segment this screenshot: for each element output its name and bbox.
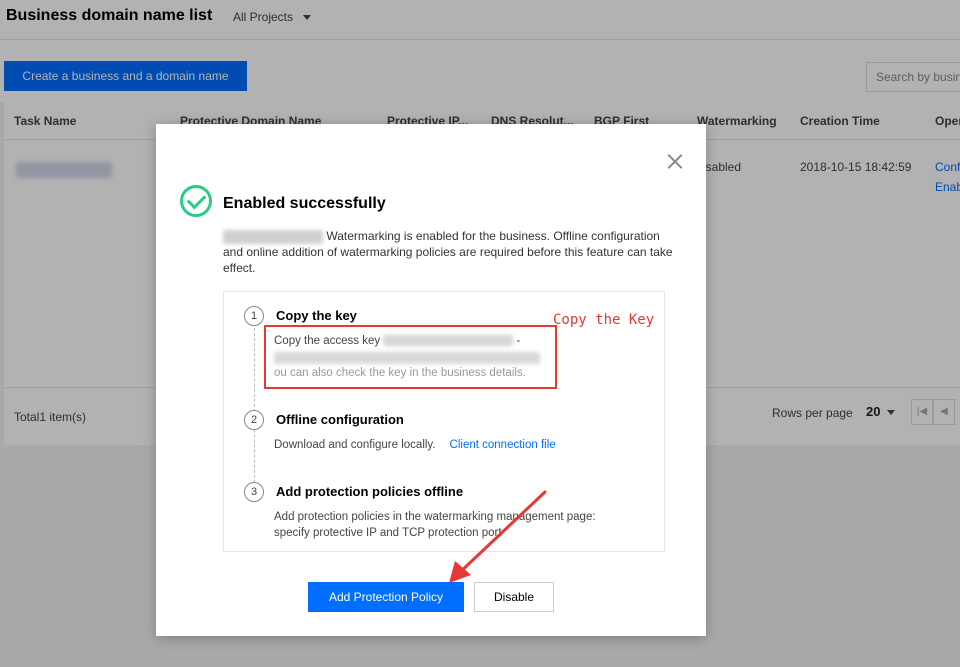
desc-line-1: Watermarking is enabled for the business… (326, 229, 660, 243)
redacted-business-name (223, 229, 323, 244)
step-number: 3 (244, 482, 264, 502)
add-protection-policy-button[interactable]: Add Protection Policy (308, 582, 464, 612)
copy-key-annotation: Copy the Key (553, 312, 655, 328)
policy-text-2: specify protective IP and TCP protection… (274, 527, 502, 539)
step-title: Add protection policies offline (276, 484, 464, 499)
policy-text-1: Add protection policies in the watermark… (274, 511, 596, 523)
client-connection-file-link[interactable]: Client connection file (450, 439, 556, 451)
step-number: 1 (244, 306, 264, 326)
close-icon[interactable] (667, 154, 683, 170)
check-circle-icon (180, 185, 212, 217)
dialog-title: Enabled successfully (223, 195, 386, 212)
step-title: Offline configuration (276, 412, 404, 427)
step-text: Download and configure locally. Client co… (274, 437, 556, 453)
desc-line-3: effect. (223, 261, 256, 275)
step-text: Add protection policies in the watermark… (274, 509, 596, 541)
key-highlight-box (264, 325, 557, 389)
step-number: 2 (244, 410, 264, 430)
disable-button[interactable]: Disable (474, 582, 554, 612)
desc-line-2: and online addition of watermarking poli… (223, 245, 673, 259)
dialog-description: Watermarking is enabled for the business… (223, 228, 683, 276)
enabled-success-dialog: Enabled successfully Watermarking is ena… (156, 124, 706, 636)
step-connector (254, 328, 255, 483)
step-title: Copy the key (276, 308, 357, 323)
download-text: Download and configure locally. (274, 439, 436, 451)
